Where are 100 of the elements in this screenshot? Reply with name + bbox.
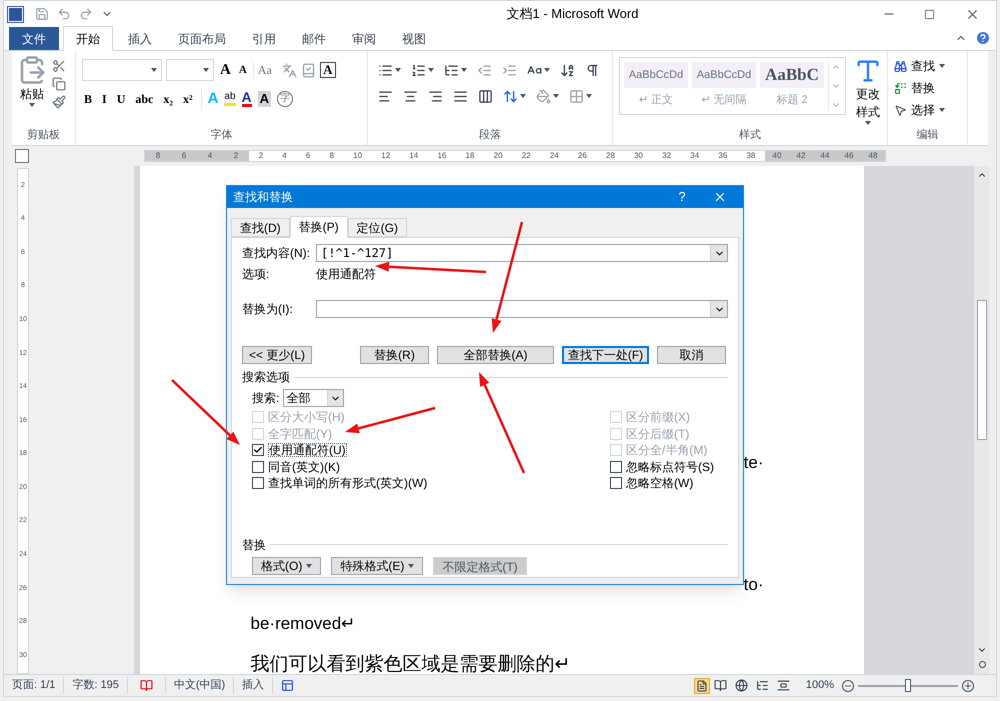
ruler-number: 24 (550, 150, 559, 162)
find-what-field[interactable]: [!^1-^127] (316, 244, 728, 262)
window-title: 文档1 - Microsoft Word (506, 5, 640, 24)
field-label: 搜索: (252, 390, 280, 407)
ruler-number: 12 (381, 150, 390, 162)
draft-icon[interactable] (776, 679, 790, 692)
zoom-level[interactable]: 100% (806, 677, 834, 694)
ruler-number: 34 (690, 150, 700, 162)
ruler-number: 40 (772, 150, 782, 162)
maximize-icon[interactable] (924, 8, 935, 20)
format-button[interactable]: 特殊格式(E) (331, 556, 424, 574)
zoom-in-icon[interactable] (962, 680, 974, 692)
browse-object-icon[interactable] (978, 661, 986, 668)
language-status[interactable]: 中文(中国) (164, 677, 234, 694)
ribbon-tab[interactable]: 文件 (9, 27, 59, 50)
dropdown-caret-icon (428, 68, 434, 72)
shrink-font-button[interactable]: A (236, 62, 249, 78)
ruler-number: 16 (437, 150, 446, 162)
dropdown-caret-icon (461, 68, 467, 72)
ruler-number: 32 (662, 150, 672, 162)
editing-button[interactable]: 替换 (894, 79, 961, 97)
format-painter-icon[interactable] (52, 95, 66, 109)
font-color-button[interactable]: A (242, 90, 252, 108)
group-label: 字体 (210, 128, 234, 142)
ruler-number: 2 (258, 150, 264, 162)
font-style-button[interactable]: x₂ (161, 90, 175, 108)
change-styles-button[interactable]: 更改样式 (854, 57, 882, 125)
checkbox[interactable]: 忽略空格(W) (610, 475, 720, 492)
ribbon-tab[interactable]: 页面布局 (167, 27, 237, 50)
ruler-number: 44 (820, 150, 830, 162)
dialog-button[interactable]: 全部替换(A) (437, 346, 554, 364)
phonetic-guide-icon[interactable] (282, 62, 297, 78)
insert-mode[interactable]: 插入 (234, 677, 274, 694)
tab-selector[interactable] (15, 149, 29, 163)
checkbox[interactable]: 使用通配符(U) (252, 442, 428, 458)
character-shading-button[interactable]: A (258, 90, 272, 107)
zoom-out-icon[interactable] (842, 680, 854, 692)
help-icon[interactable] (975, 30, 991, 46)
ruler-number: 30 (634, 150, 643, 162)
dialog-button[interactable]: << 更少(L) (242, 346, 312, 364)
checkbox[interactable]: 查找单词的所有形式(英文)(W) (252, 475, 428, 492)
font-style-button[interactable]: I (100, 90, 109, 108)
ribbon-tab[interactable]: 邮件 (291, 27, 337, 50)
character-border-button[interactable]: A (320, 62, 336, 78)
web-layout-icon[interactable] (734, 679, 748, 692)
cut-icon[interactable] (52, 59, 66, 73)
outline-icon[interactable] (756, 679, 769, 692)
highlight-button[interactable]: ab (224, 91, 236, 106)
dialog-button[interactable]: 查找下一处(F) (562, 346, 649, 364)
dialog-tab[interactable]: 替换(P) (290, 216, 348, 238)
change-case-button[interactable]: Aa (252, 61, 274, 80)
dialog-tab[interactable]: 查找(D) (231, 218, 290, 237)
page-count[interactable]: 页面: 1/1 (12, 677, 64, 694)
document-text: te· (744, 452, 764, 474)
font-style-button[interactable]: B (82, 90, 94, 108)
dropdown-caret-icon (553, 94, 559, 98)
paste-button[interactable]: 粘贴 (12, 55, 52, 126)
distributed-icon (478, 88, 493, 104)
undo-icon[interactable] (57, 7, 71, 21)
font-style-button[interactable]: abc (133, 90, 156, 108)
word-count[interactable]: 字数: 195 (64, 677, 128, 694)
save-icon[interactable] (35, 7, 49, 21)
ruler-number: 4 (282, 150, 287, 162)
dialog-button[interactable]: 取消 (657, 346, 726, 364)
binoculars-icon (894, 60, 907, 72)
ribbon-tab[interactable]: 引用 (241, 27, 287, 50)
enclose-character-button[interactable]: 字 (277, 90, 294, 107)
font-style-button[interactable]: U (114, 90, 128, 108)
font-style-button[interactable]: x² (180, 90, 195, 108)
group-label: 段落 (478, 128, 502, 142)
reading-layout-icon[interactable] (714, 679, 727, 692)
format-button[interactable]: 格式(O) (252, 556, 322, 574)
replace-with-field[interactable] (316, 300, 728, 318)
ruler-number: 8 (330, 150, 334, 162)
editing-button[interactable]: 选择 (894, 101, 961, 119)
ribbon-tab[interactable]: 插入 (117, 27, 163, 50)
proofing-icon[interactable] (140, 679, 153, 692)
dialog-tab[interactable]: 定位(G) (348, 218, 407, 237)
bullet-list-icon (378, 62, 393, 78)
print-layout-icon[interactable] (694, 678, 710, 694)
zoom-thumb[interactable] (905, 678, 911, 692)
help-button[interactable]: ? (667, 187, 697, 207)
dialog-button[interactable]: 替换(R) (360, 346, 429, 364)
ribbon-tab[interactable]: 视图 (391, 27, 437, 50)
scrollbar-thumb[interactable] (977, 300, 987, 440)
checkbox[interactable]: 同音(英文)(K) (252, 458, 428, 475)
dropdown-caret-icon (306, 564, 312, 568)
ribbon-tab[interactable]: 开始 (63, 26, 113, 51)
pilcrow-icon (585, 62, 600, 78)
copy-icon[interactable] (52, 77, 66, 91)
dropdown-caret-icon (865, 121, 871, 125)
redo-icon[interactable] (79, 7, 93, 21)
ribbon-tab[interactable]: 审阅 (341, 27, 387, 50)
search-direction-select[interactable]: 全部 (283, 389, 344, 407)
dropdown-caret-icon (544, 68, 550, 72)
grow-font-button[interactable]: A (218, 59, 233, 82)
checkbox[interactable]: 忽略标点符号(S) (610, 458, 720, 475)
ruler-number: 28 (606, 150, 615, 162)
group-label: 编辑 (916, 128, 940, 142)
editing-button[interactable]: 查找 (894, 57, 961, 75)
